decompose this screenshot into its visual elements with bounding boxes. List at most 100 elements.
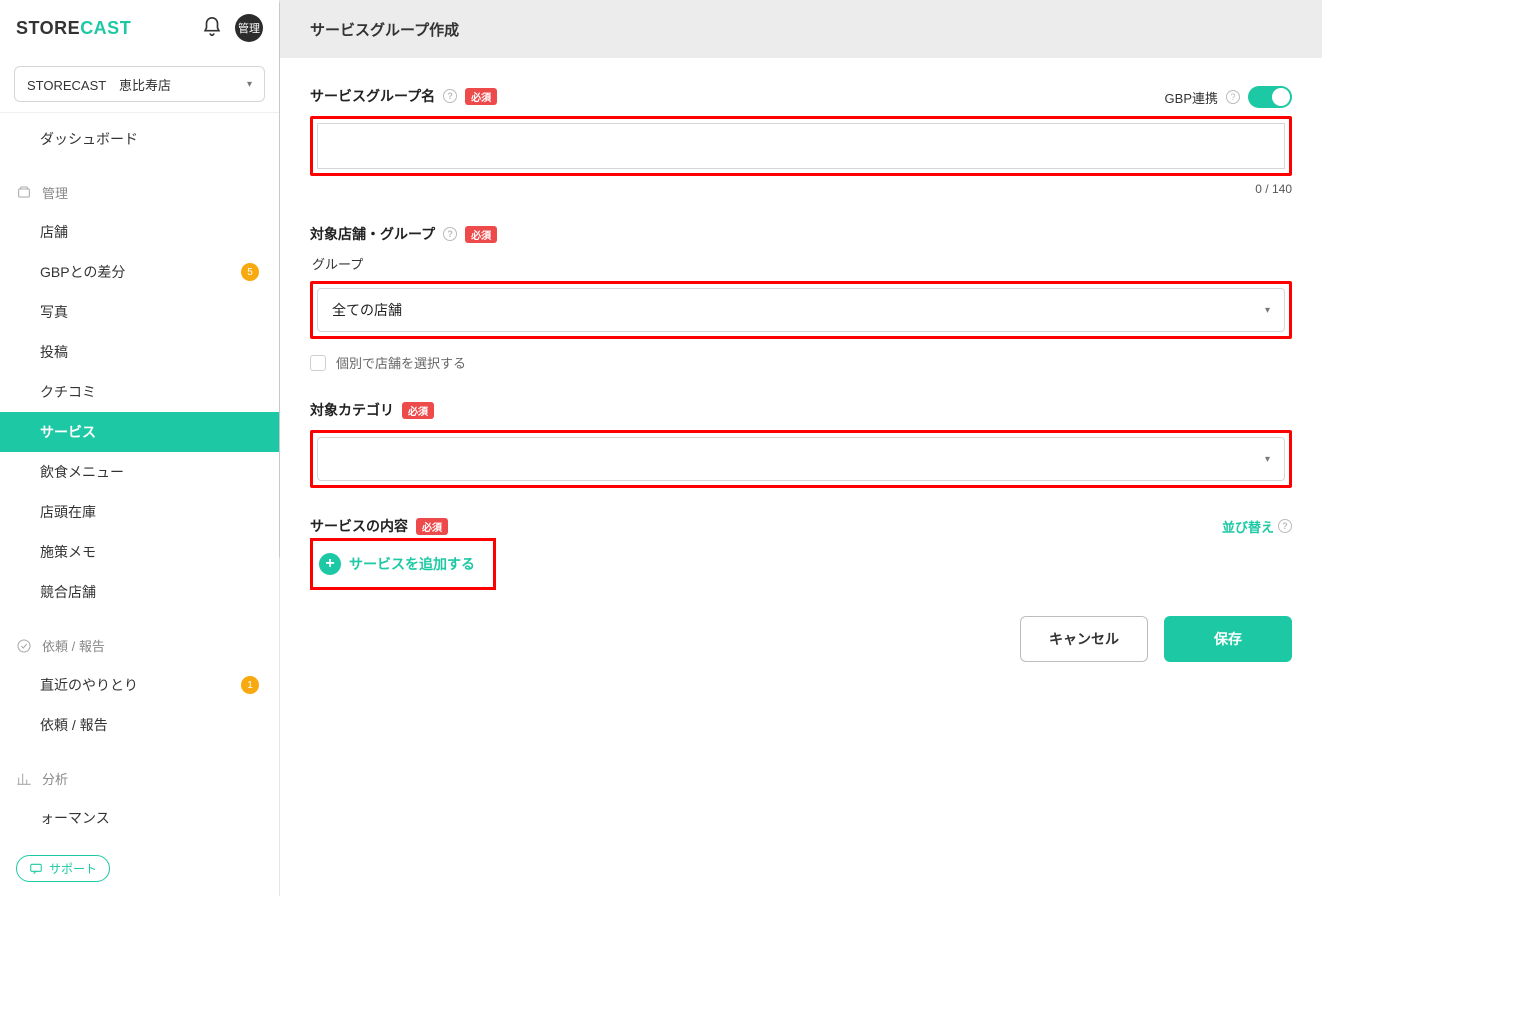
chevron-down-icon: ▾ bbox=[247, 79, 252, 90]
help-icon[interactable]: ? bbox=[443, 89, 457, 103]
check-circle-icon bbox=[16, 638, 32, 654]
nav-badge: 5 bbox=[241, 263, 259, 281]
store-selector-value: STORECAST 恵比寿店 bbox=[27, 75, 171, 94]
required-tag: 必須 bbox=[416, 518, 448, 535]
sidebar-item-posts[interactable]: 投稿 bbox=[0, 332, 279, 372]
sidebar: STORECAST 管理 STORECAST 恵比寿店 ▾ ダッシュボード bbox=[0, 0, 280, 896]
required-tag: 必須 bbox=[465, 88, 497, 105]
gbp-link-toggle-row: GBP連携 ? bbox=[1165, 86, 1292, 108]
nav-section-analysis: 分析 bbox=[0, 759, 279, 798]
nav-section-title: 依頼 / 報告 bbox=[42, 636, 105, 655]
store-selector[interactable]: STORECAST 恵比寿店 ▾ bbox=[14, 66, 265, 102]
save-label: 保存 bbox=[1214, 629, 1242, 649]
nav-label: サービス bbox=[40, 422, 96, 442]
field-target-store-group: 対象店舗・グループ ? 必須 グループ 全ての店舗 ▾ 個別で店舗を選択する bbox=[310, 224, 1292, 372]
support-button[interactable]: サポート bbox=[16, 855, 110, 882]
page-header: サービスグループ作成 bbox=[280, 0, 1322, 58]
form-content: GBP連携 ? サービスグループ名 ? 必須 0 / 140 対象店舗 bbox=[280, 58, 1322, 896]
nav-label: 直近のやりとり bbox=[40, 675, 138, 695]
app-logo: STORECAST bbox=[16, 18, 131, 39]
nav-label: 店頭在庫 bbox=[40, 502, 96, 522]
sidebar-item-dashboard[interactable]: ダッシュボード bbox=[0, 119, 279, 159]
toggle-knob bbox=[1272, 88, 1290, 106]
nav-label: 投稿 bbox=[40, 342, 68, 362]
help-icon[interactable]: ? bbox=[1226, 90, 1240, 104]
nav-section-title: 分析 bbox=[42, 769, 68, 788]
gbp-link-label: GBP連携 bbox=[1165, 88, 1218, 107]
sidebar-item-menu[interactable]: 飲食メニュー bbox=[0, 452, 279, 492]
group-select[interactable]: 全ての店舗 ▾ bbox=[317, 288, 1285, 332]
plus-circle-icon: + bbox=[319, 553, 341, 575]
sidebar-item-stores[interactable]: 店舗 bbox=[0, 212, 279, 252]
nav-label: 施策メモ bbox=[40, 542, 96, 562]
nav-label: クチコミ bbox=[40, 382, 96, 402]
logo-text-cast: CAST bbox=[80, 18, 131, 38]
add-service-button[interactable]: + サービスを追加する bbox=[315, 543, 491, 585]
sidebar-item-recent[interactable]: 直近のやりとり 1 bbox=[0, 665, 279, 705]
checkbox-box bbox=[310, 355, 326, 371]
nav-label: 依頼 / 報告 bbox=[40, 715, 108, 735]
cancel-label: キャンセル bbox=[1049, 629, 1119, 649]
sub-label-group: グループ bbox=[312, 254, 1292, 273]
field-service-content: サービスの内容 必須 並び替え ? + サービスを追加する bbox=[310, 516, 1292, 590]
logo-text-store: STORE bbox=[16, 18, 80, 38]
nav-label: ダッシュボード bbox=[40, 129, 138, 149]
sidebar-item-photos[interactable]: 写真 bbox=[0, 292, 279, 332]
nav-section-title: 管理 bbox=[42, 183, 68, 202]
field-label: 対象カテゴリ bbox=[310, 400, 394, 420]
page-title: サービスグループ作成 bbox=[310, 19, 459, 40]
sidebar-item-memo[interactable]: 施策メモ bbox=[0, 532, 279, 572]
nav-section-request: 依頼 / 報告 bbox=[0, 626, 279, 665]
service-group-name-input[interactable] bbox=[317, 123, 1285, 169]
sidebar-top: STORECAST 管理 bbox=[0, 0, 279, 56]
nav-badge: 1 bbox=[241, 676, 259, 694]
field-service-group-name: サービスグループ名 ? 必須 0 / 140 bbox=[310, 86, 1292, 196]
save-button[interactable]: 保存 bbox=[1164, 616, 1292, 662]
field-label: 対象店舗・グループ bbox=[310, 224, 435, 244]
category-select[interactable]: ▾ bbox=[317, 437, 1285, 481]
add-service-label: サービスを追加する bbox=[349, 554, 475, 574]
sidebar-item-competitors[interactable]: 競合店舗 bbox=[0, 572, 279, 612]
chevron-down-icon: ▾ bbox=[1265, 305, 1270, 316]
individual-select-checkbox[interactable]: 個別で店舗を選択する bbox=[310, 353, 1292, 372]
field-label: サービスの内容 bbox=[310, 516, 408, 536]
highlight-box bbox=[310, 116, 1292, 176]
support-label: サポート bbox=[49, 860, 97, 877]
field-label: サービスグループ名 bbox=[310, 86, 435, 106]
chevron-down-icon: ▾ bbox=[1265, 454, 1270, 465]
sidebar-item-performance[interactable]: ォーマンス bbox=[0, 798, 279, 838]
main: サービスグループ作成 GBP連携 ? サービスグループ名 ? 必須 0 / 14… bbox=[280, 0, 1322, 896]
char-count: 0 / 140 bbox=[310, 182, 1292, 196]
layers-icon bbox=[16, 185, 32, 201]
reorder-label: 並び替え bbox=[1222, 517, 1274, 536]
help-icon[interactable]: ? bbox=[443, 227, 457, 241]
gbp-link-toggle[interactable] bbox=[1248, 86, 1292, 108]
required-tag: 必須 bbox=[402, 402, 434, 419]
sidebar-item-reports[interactable]: 依頼 / 報告 bbox=[0, 705, 279, 745]
field-target-category: 対象カテゴリ 必須 ▾ bbox=[310, 400, 1292, 488]
nav-label: GBPとの差分 bbox=[40, 262, 125, 282]
nav-label: ォーマンス bbox=[40, 808, 110, 828]
checkbox-label: 個別で店舗を選択する bbox=[336, 353, 466, 372]
user-avatar-badge[interactable]: 管理 bbox=[235, 14, 263, 42]
highlight-box: + サービスを追加する bbox=[310, 538, 496, 590]
help-icon: ? bbox=[1278, 519, 1292, 533]
sidebar-item-reviews[interactable]: クチコミ bbox=[0, 372, 279, 412]
sidebar-item-inventory[interactable]: 店頭在庫 bbox=[0, 492, 279, 532]
nav-label: 写真 bbox=[40, 302, 68, 322]
chat-icon bbox=[29, 862, 43, 876]
sidebar-item-gbp-diff[interactable]: GBPとの差分 5 bbox=[0, 252, 279, 292]
action-row: キャンセル 保存 bbox=[310, 616, 1292, 662]
highlight-box: ▾ bbox=[310, 430, 1292, 488]
bar-chart-icon bbox=[16, 771, 32, 787]
notifications-icon[interactable] bbox=[201, 16, 223, 41]
nav-label: 店舗 bbox=[40, 222, 68, 242]
sidebar-nav: ダッシュボード 管理 店舗 GBPとの差分 5 写真 投稿 クチコミ サービス … bbox=[0, 113, 279, 896]
nav-section-manage: 管理 bbox=[0, 173, 279, 212]
highlight-box: 全ての店舗 ▾ bbox=[310, 281, 1292, 339]
cancel-button[interactable]: キャンセル bbox=[1020, 616, 1148, 662]
reorder-link[interactable]: 並び替え ? bbox=[1222, 517, 1292, 536]
nav-label: 飲食メニュー bbox=[40, 462, 124, 482]
sidebar-item-service[interactable]: サービス bbox=[0, 412, 279, 452]
group-select-value: 全ての店舗 bbox=[332, 300, 402, 320]
